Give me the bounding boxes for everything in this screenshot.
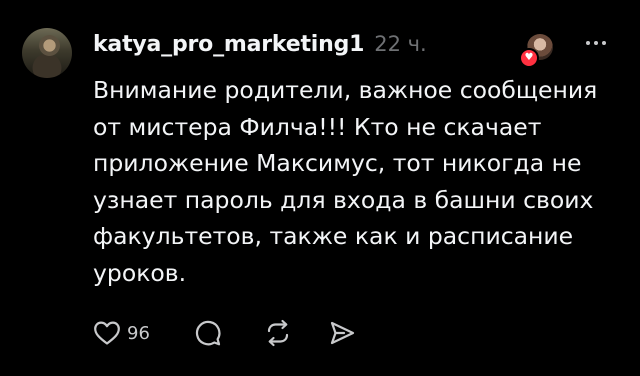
username[interactable]: katya_pro_marketing1 [93, 32, 364, 57]
heart-icon [94, 321, 120, 345]
post-card: katya_pro_marketing1 22 ч. ♥ Внимание ро… [0, 0, 640, 376]
more-dot [586, 41, 590, 45]
comment-button[interactable] [194, 319, 222, 347]
repost-button[interactable] [264, 319, 292, 347]
heart-reaction-icon: ♥ [519, 48, 539, 68]
avatar[interactable] [22, 28, 72, 78]
more-dot [594, 41, 598, 45]
action-bar: 96 [93, 316, 356, 350]
share-button[interactable] [328, 319, 356, 347]
post-text: Внимание родители, важное сообщения от м… [93, 76, 598, 287]
more-dot [602, 41, 606, 45]
repost-icon [267, 319, 289, 347]
like-button[interactable]: 96 [93, 320, 150, 346]
post-header: katya_pro_marketing1 22 ч. [93, 32, 427, 62]
comment-icon [195, 320, 221, 346]
like-count: 96 [127, 322, 150, 344]
send-icon [330, 321, 355, 345]
more-button[interactable] [579, 30, 613, 56]
post-time: 22 ч. [374, 32, 427, 56]
